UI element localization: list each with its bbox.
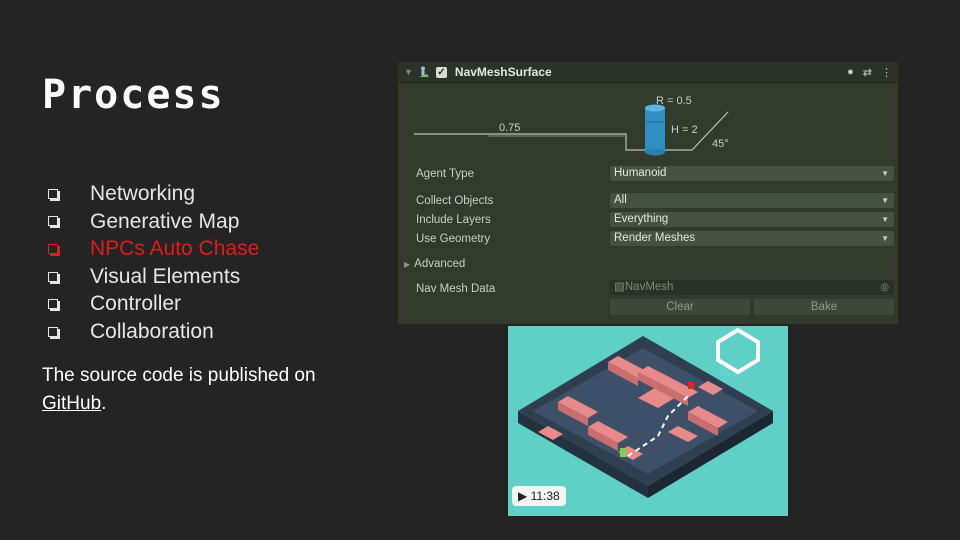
navmesh-asset-icon: ▨	[614, 281, 625, 293]
list-item-text: Generative Map	[90, 209, 240, 233]
dropdown-caret-icon: ▼	[881, 215, 889, 224]
navmesh-inspector-panel: ▼ ✓ NavMeshSurface ● ⇄ ⋮ 0.75 R = 0.5 H …	[398, 62, 898, 324]
nav-mesh-data-value: NavMesh	[624, 281, 674, 293]
video-timestamp: ▶ 11:38	[512, 486, 566, 506]
component-title: NavMeshSurface	[454, 65, 552, 79]
checkbox-bullet-icon	[48, 216, 58, 227]
nav-mesh-data-field[interactable]: ▨NavMesh ◎	[610, 280, 894, 295]
dropdown-caret-icon: ▼	[881, 196, 889, 205]
agent-diagram: 0.75 R = 0.5 H = 2 45°	[414, 95, 729, 156]
checkbox-bullet-icon	[48, 188, 58, 199]
checkbox-bullet-icon	[48, 326, 58, 337]
help-icon[interactable]: ●	[847, 66, 854, 78]
play-icon: ▶	[518, 489, 528, 503]
advanced-label: Advanced	[414, 258, 466, 270]
collect-objects-label: Collect Objects	[416, 195, 494, 207]
list-item-text: Collaboration	[90, 319, 214, 343]
clear-button[interactable]: Clear	[610, 299, 750, 315]
object-picker-icon[interactable]: ◎	[880, 280, 889, 295]
slope-label: 45°	[712, 138, 729, 150]
use-geometry-value: Render Meshes	[614, 232, 696, 244]
nav-mesh-data-label: Nav Mesh Data	[416, 283, 496, 295]
foldout-arrow-icon[interactable]: ▼	[404, 67, 413, 77]
navmesh-component-icon	[418, 66, 429, 77]
agent-type-label: Agent Type	[416, 168, 474, 180]
source-suffix: .	[101, 393, 107, 414]
list-item: Networking	[46, 180, 259, 208]
height-label: H = 2	[671, 124, 698, 136]
agent-type-dropdown[interactable]: Humanoid ▼	[610, 166, 894, 181]
list-item-text: Networking	[90, 182, 196, 205]
include-layers-dropdown[interactable]: Everything ▼	[610, 212, 894, 227]
agent-type-value: Humanoid	[614, 167, 667, 179]
video-thumbnail[interactable]: ▶ 11:38	[508, 326, 788, 516]
use-geometry-label: Use Geometry	[416, 233, 491, 245]
checkbox-bullet-icon	[48, 299, 58, 310]
component-enabled-checkbox[interactable]: ✓	[435, 66, 447, 78]
github-link[interactable]: GitHub	[42, 393, 101, 414]
checkbox-bullet-icon	[48, 243, 58, 254]
component-header[interactable]: ▼ ✓ NavMeshSurface ● ⇄ ⋮	[398, 62, 898, 83]
video-duration: 11:38	[530, 489, 560, 503]
foldout-arrow-icon: ▶	[404, 260, 411, 269]
advanced-foldout[interactable]: ▶ Advanced	[404, 258, 465, 270]
list-item: Collaboration	[46, 318, 259, 346]
collect-objects-dropdown[interactable]: All ▼	[610, 193, 894, 208]
radius-label: R = 0.5	[656, 95, 692, 107]
dropdown-caret-icon: ▼	[881, 234, 889, 243]
slide-title: Process	[42, 72, 225, 118]
list-item: Generative Map	[46, 208, 259, 236]
list-item-highlighted: NPCs Auto Chase	[46, 235, 259, 263]
dropdown-caret-icon: ▼	[881, 169, 889, 178]
include-layers-value: Everything	[614, 213, 669, 225]
include-layers-label: Include Layers	[416, 214, 491, 226]
collect-objects-value: All	[614, 194, 627, 206]
preset-icon[interactable]: ⇄	[863, 66, 872, 79]
list-item-text: Visual Elements	[90, 264, 241, 288]
list-item: Controller	[46, 290, 259, 318]
bake-button[interactable]: Bake	[754, 299, 894, 315]
list-item-text: NPCs Auto Chase	[90, 237, 260, 261]
list-item: Visual Elements	[46, 263, 259, 291]
step-height-label: 0.75	[499, 122, 520, 134]
use-geometry-dropdown[interactable]: Render Meshes ▼	[610, 231, 894, 246]
checkbox-bullet-icon	[48, 271, 58, 282]
source-note: The source code is published on GitHub.	[42, 362, 362, 418]
more-options-icon[interactable]: ⋮	[881, 66, 892, 79]
process-list: Networking Generative Map NPCs Auto Chas…	[46, 180, 259, 346]
list-item-text: Controller	[90, 292, 182, 316]
source-text: The source code is published on	[42, 365, 316, 386]
